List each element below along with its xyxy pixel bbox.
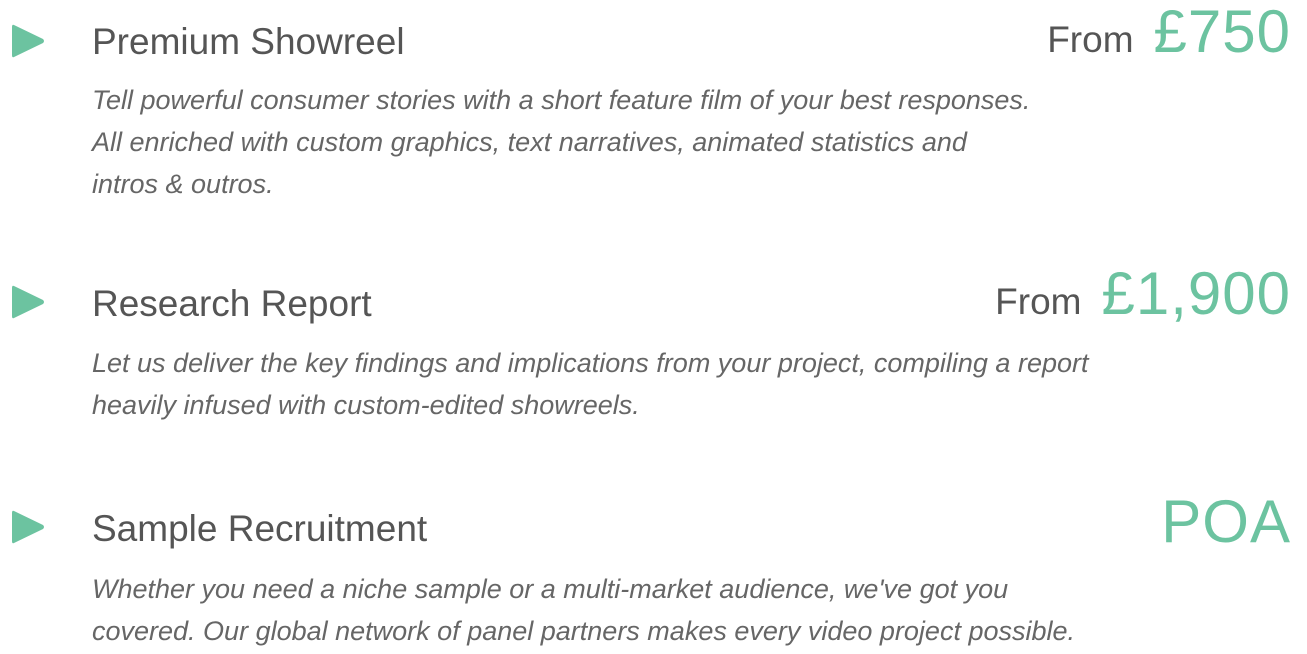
price-amount: POA (1161, 488, 1291, 555)
service-description: Let us deliver the key findings and impl… (92, 342, 1292, 426)
play-icon (10, 508, 46, 546)
description-line: Tell powerful consumer stories with a sh… (92, 85, 1031, 115)
description-line: Whether you need a niche sample or a mul… (92, 574, 1009, 604)
price-amount: £750 (1153, 0, 1291, 65)
description-line: heavily infused with custom-edited showr… (92, 390, 640, 420)
service-description: Whether you need a niche sample or a mul… (92, 568, 1292, 652)
service-price: From £750 (1047, 2, 1291, 62)
description-line: intros & outros. (92, 169, 274, 199)
price-prefix: From (995, 281, 1082, 322)
play-icon (10, 22, 46, 60)
service-price: From £1,900 (995, 264, 1291, 324)
service-title: Premium Showreel (92, 21, 405, 62)
description-line: covered. Our global network of panel par… (92, 616, 1076, 646)
play-icon (10, 283, 46, 321)
price-prefix: From (1047, 19, 1134, 60)
service-price: POA (1161, 492, 1291, 552)
price-amount: £1,900 (1101, 260, 1291, 327)
service-description: Tell powerful consumer stories with a sh… (92, 79, 1292, 205)
service-title: Research Report (92, 283, 372, 324)
description-line: Let us deliver the key findings and impl… (92, 348, 1089, 378)
service-title: Sample Recruitment (92, 508, 428, 549)
description-line: All enriched with custom graphics, text … (92, 127, 967, 157)
